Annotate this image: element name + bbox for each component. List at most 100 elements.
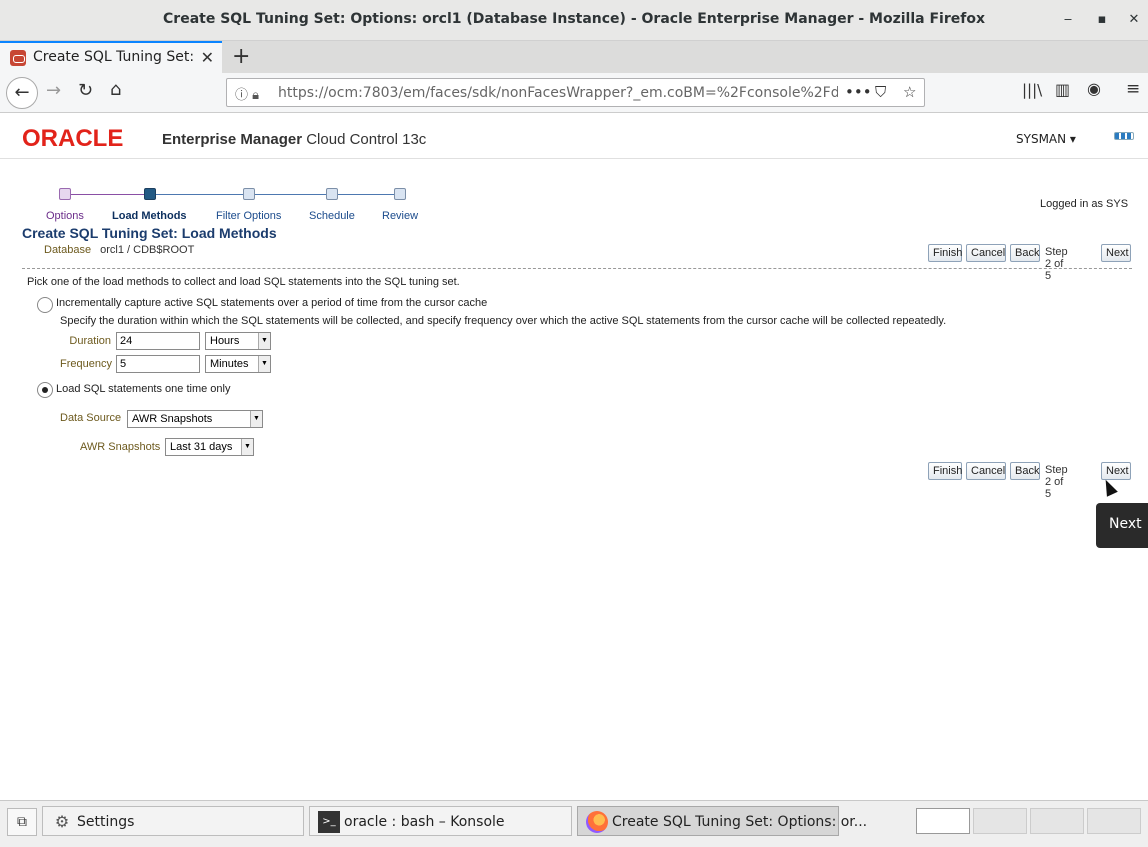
duration-label: Duration xyxy=(69,335,111,347)
incremental-capture-description: Specify the duration within which the SQ… xyxy=(60,315,947,327)
next-button[interactable]: Next xyxy=(1101,244,1131,262)
dropdown-arrow-icon: ▼ xyxy=(241,439,253,455)
duration-unit-select[interactable]: Hours ▼ xyxy=(205,332,271,350)
train-stop-options[interactable] xyxy=(59,188,71,200)
em-product-rest: Cloud Control 13c xyxy=(306,131,427,148)
em-product-title: Enterprise Manager Cloud Control 13c xyxy=(162,131,426,148)
url-text[interactable]: https://ocm:7803/em/faces/sdk/nonFacesWr… xyxy=(278,85,838,101)
reload-icon[interactable]: ↻ xyxy=(78,80,93,101)
train-label-options[interactable]: Options xyxy=(46,210,84,222)
train-connector xyxy=(71,194,144,195)
oracle-logo[interactable]: ORACLE xyxy=(22,127,123,151)
next-button-bottom[interactable]: Next xyxy=(1101,462,1131,480)
database-value: orcl1 / CDB$ROOT xyxy=(100,244,195,256)
step-indicator: Step 2 of 5 xyxy=(1045,246,1068,282)
main-content: Options Load Methods Filter Options Sche… xyxy=(0,159,1148,800)
tab-label: Create SQL Tuning Set: Options xyxy=(33,49,193,65)
desktop-pager-1[interactable] xyxy=(916,808,970,834)
train-stop-filter-options[interactable] xyxy=(243,188,255,200)
browser-tab-strip: Create SQL Tuning Set: Options ✕ + xyxy=(0,41,1148,73)
awr-snapshots-label: AWR Snapshots xyxy=(80,441,161,453)
frequency-unit-value: Minutes xyxy=(210,358,249,370)
new-tab-button[interactable]: + xyxy=(232,44,250,69)
back-button-bottom[interactable]: Back xyxy=(1010,462,1040,480)
finish-button[interactable]: Finish xyxy=(928,244,962,262)
logged-in-text: Logged in as SYS xyxy=(1040,198,1129,210)
train-label-schedule[interactable]: Schedule xyxy=(309,210,355,222)
page-title: Create SQL Tuning Set: Load Methods xyxy=(22,225,277,241)
train-label-load-methods: Load Methods xyxy=(112,210,187,222)
bookmark-star-icon[interactable]: ☆ xyxy=(903,83,916,101)
incremental-capture-label[interactable]: Incrementally capture active SQL stateme… xyxy=(56,297,487,309)
close-window-icon[interactable]: ✕ xyxy=(1126,12,1142,28)
info-icon[interactable]: ⓘ 🔒︎ xyxy=(235,84,259,103)
finish-button-bottom[interactable]: Finish xyxy=(928,462,962,480)
desktop-pager-4[interactable] xyxy=(1087,808,1141,834)
duration-unit-value: Hours xyxy=(210,335,240,347)
awr-snapshots-value: Last 31 days xyxy=(170,441,233,453)
database-label: Database xyxy=(44,244,92,256)
back-icon[interactable]: ← xyxy=(6,77,38,109)
pocket-icon[interactable]: ⛉ xyxy=(875,83,886,101)
data-source-select[interactable]: AWR Snapshots ▼ xyxy=(127,410,263,428)
instruction-text: Pick one of the load methods to collect … xyxy=(27,276,460,288)
tab-close-icon[interactable]: ✕ xyxy=(201,48,214,67)
incremental-capture-radio[interactable] xyxy=(37,297,53,313)
window-title: Create SQL Tuning Set: Options: orcl1 (D… xyxy=(163,11,985,27)
awr-snapshots-select[interactable]: Last 31 days ▼ xyxy=(165,438,254,456)
desktop-pager-3[interactable] xyxy=(1030,808,1084,834)
taskbar: ⧉ ⚙ Settings >_ oracle : bash – Konsole … xyxy=(0,800,1148,847)
divider xyxy=(22,268,1132,269)
cancel-button[interactable]: Cancel xyxy=(966,244,1006,262)
library-icon[interactable]: |||\ xyxy=(1022,81,1042,99)
tooltip-text: Next xyxy=(1109,516,1142,532)
browser-tab-active[interactable]: Create SQL Tuning Set: Options ✕ xyxy=(0,41,222,73)
settings-icon: ⚙ xyxy=(54,812,70,831)
em-header: ORACLE Enterprise Manager Cloud Control … xyxy=(0,113,1148,159)
more-icon[interactable]: ••• xyxy=(845,83,872,101)
show-desktop-icon[interactable]: ⧉ xyxy=(7,808,37,836)
database-info: Database orcl1 / CDB$ROOT xyxy=(44,244,194,256)
frequency-input[interactable] xyxy=(116,355,200,373)
minimize-icon[interactable]: ‒ xyxy=(1060,12,1076,28)
firefox-icon xyxy=(586,811,608,833)
taskbar-item-label: Create SQL Tuning Set: Options: or... xyxy=(612,814,868,830)
dropdown-arrow-icon: ▼ xyxy=(250,411,262,427)
home-icon[interactable]: ⌂ xyxy=(110,79,121,100)
train-label-filter-options[interactable]: Filter Options xyxy=(216,210,281,222)
cancel-button-bottom[interactable]: Cancel xyxy=(966,462,1006,480)
data-source-label: Data Source xyxy=(60,412,122,424)
taskbar-item-konsole[interactable]: >_ oracle : bash – Konsole xyxy=(309,806,572,836)
dropdown-arrow-icon: ▼ xyxy=(258,356,270,372)
maximize-icon[interactable]: ▪ xyxy=(1094,12,1110,28)
taskbar-item-settings[interactable]: ⚙ Settings xyxy=(42,806,304,836)
account-icon[interactable]: ◉ xyxy=(1087,79,1101,98)
dropdown-arrow-icon: ▼ xyxy=(258,333,270,349)
user-menu[interactable]: SYSMAN ▾ xyxy=(1016,132,1076,146)
train-label-review[interactable]: Review xyxy=(382,210,418,222)
train-connector xyxy=(156,194,398,195)
load-one-time-label[interactable]: Load SQL statements one time only xyxy=(56,383,230,395)
duration-input[interactable] xyxy=(116,332,200,350)
desktop-pager-2[interactable] xyxy=(973,808,1027,834)
browser-navbar: ← → ↻ ⌂ ⓘ 🔒︎ https://ocm:7803/em/faces/s… xyxy=(0,73,1148,113)
oracle-favicon-icon xyxy=(10,50,26,66)
taskbar-item-label: oracle : bash – Konsole xyxy=(344,814,505,830)
train-stop-schedule[interactable] xyxy=(326,188,338,200)
frequency-unit-select[interactable]: Minutes ▼ xyxy=(205,355,271,373)
em-product-bold: Enterprise Manager xyxy=(162,131,303,148)
step-indicator-bottom: Step 2 of 5 xyxy=(1045,464,1068,500)
url-bar[interactable]: ⓘ 🔒︎ https://ocm:7803/em/faces/sdk/nonFa… xyxy=(226,78,925,107)
taskbar-item-firefox[interactable]: Create SQL Tuning Set: Options: or... xyxy=(577,806,867,836)
menu-icon[interactable]: ≡ xyxy=(1126,79,1140,99)
global-menu-icon[interactable] xyxy=(1114,132,1134,140)
frequency-label: Frequency xyxy=(60,358,112,370)
back-button[interactable]: Back xyxy=(1010,244,1040,262)
forward-icon[interactable]: → xyxy=(46,80,61,101)
train-stop-load-methods xyxy=(144,188,156,200)
sidebar-icon[interactable]: ▥ xyxy=(1055,80,1070,99)
train-stop-review[interactable] xyxy=(394,188,406,200)
load-one-time-radio[interactable] xyxy=(37,382,53,398)
terminal-icon: >_ xyxy=(318,811,340,833)
window-titlebar: Create SQL Tuning Set: Options: orcl1 (D… xyxy=(0,0,1148,41)
